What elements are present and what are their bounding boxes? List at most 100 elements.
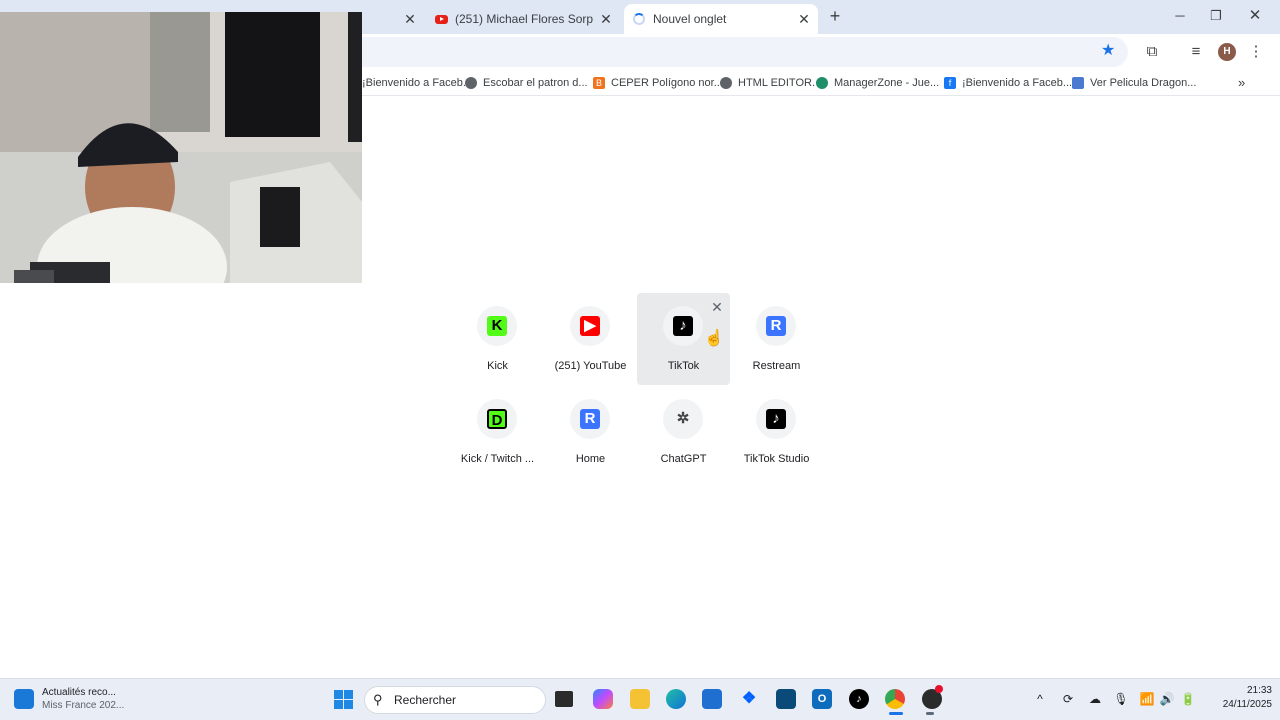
restream-icon: R (766, 316, 786, 336)
bookmark-star-icon[interactable]: ★ (1101, 43, 1117, 59)
shortcut-label: (251) YouTube (554, 360, 627, 372)
microsoft-store-icon[interactable] (702, 689, 722, 709)
search-placeholder: Rechercher (394, 693, 457, 707)
running-indicator (926, 712, 934, 715)
bookmark-label: Escobar el patron d... (483, 77, 588, 89)
chatgpt-icon: ✲ (676, 410, 690, 427)
outlook-icon[interactable]: O (812, 689, 832, 709)
media-controls-icon[interactable]: ≡ (1187, 43, 1205, 61)
address-bar[interactable] (362, 37, 1128, 67)
shortcut-tile-youtube[interactable]: ▶ (251) YouTube (544, 293, 637, 385)
task-view-icon[interactable] (555, 691, 573, 707)
copilot-icon[interactable] (593, 689, 613, 709)
shortcut-icon-circle: D (477, 399, 517, 439)
shortcut-label: Home (575, 453, 606, 465)
start-button[interactable] (334, 690, 353, 709)
shortcut-label: Kick / Twitch ... (460, 453, 535, 465)
shortcut-tile-home[interactable]: R Home (544, 386, 637, 478)
bookmark-item[interactable]: Ver Pelicula Dragon... (1072, 75, 1196, 91)
shortcut-label: Restream (752, 360, 801, 372)
globe-icon (465, 77, 477, 89)
terminal-icon[interactable] (776, 689, 796, 709)
bookmark-item[interactable]: f ¡Bienvenido a Faceb... (944, 75, 1072, 91)
new-tab-button[interactable]: + (826, 7, 844, 26)
tab-title: Nouvel onglet (653, 12, 727, 26)
shortcut-icon-circle: ✲ (663, 399, 703, 439)
loading-spinner-icon (633, 13, 645, 25)
extensions-icon[interactable]: ⧉ (1143, 43, 1161, 61)
running-indicator (889, 712, 903, 715)
bookmark-item[interactable]: HTML EDITOR. (720, 75, 815, 91)
shortcut-label: TikTok Studio (743, 453, 810, 465)
sync-icon[interactable]: ⟳ (1060, 691, 1076, 707)
shortcut-label: TikTok (667, 360, 700, 372)
shortcut-tile-chatgpt[interactable]: ✲ ChatGPT (637, 386, 730, 478)
dropbox-icon[interactable]: ❖ (739, 689, 759, 709)
bookmark-label: ManagerZone - Jue... (834, 77, 940, 89)
hand-cursor-icon: ☝ (704, 330, 724, 347)
tiktok-icon[interactable]: ♪ (849, 689, 869, 709)
file-explorer-icon[interactable] (630, 689, 650, 709)
desktop-screen: ✕ (251) Michael Flores Sorprendi ✕ Nouve… (0, 0, 1280, 720)
windows-taskbar: Actualités reco... Miss France 202... ⚲ … (0, 678, 1280, 720)
bookmark-label: ¡Bienvenido a Faceb... (362, 77, 473, 89)
news-subline: Miss France 202... (42, 700, 125, 711)
chevron-up-icon[interactable]: ^ (1032, 691, 1048, 707)
onedrive-icon[interactable]: ☁ (1087, 691, 1103, 707)
taskbar-search-box[interactable]: ⚲ Rechercher (364, 686, 546, 714)
news-headline: Actualités reco... (42, 687, 116, 698)
kick-twitch-icon: D (487, 409, 507, 429)
battery-icon[interactable]: 🔋 (1180, 691, 1196, 707)
chrome-icon[interactable] (885, 689, 905, 709)
browser-tab-active[interactable]: Nouvel onglet ✕ (624, 4, 818, 34)
tiktok-icon: ♪ (766, 409, 786, 429)
youtube-icon (435, 14, 448, 24)
browser-tab[interactable]: ✕ (362, 4, 422, 34)
clock-date[interactable]: 24/11/2025 (1200, 699, 1272, 710)
restream-icon: R (580, 409, 600, 429)
minimize-button[interactable]: ─ (1168, 6, 1192, 26)
profile-avatar[interactable]: H (1218, 43, 1236, 61)
youtube-icon: ▶ (580, 316, 600, 336)
bookmark-item[interactable]: Escobar el patron d... (465, 75, 588, 91)
webcam-image (0, 12, 362, 283)
shortcut-icon-circle: R (570, 399, 610, 439)
shortcut-tile-restream[interactable]: R Restream (730, 293, 823, 385)
shortcut-label: ChatGPT (660, 453, 707, 465)
tiktok-icon: ♪ (673, 316, 693, 336)
windows-logo-icon (334, 690, 343, 699)
blogger-icon: B (593, 77, 605, 89)
news-widget[interactable]: Actualités reco... Miss France 202... (14, 686, 154, 714)
tab-close-icon[interactable]: ✕ (598, 11, 614, 27)
notification-badge (935, 685, 943, 693)
microphone-icon[interactable]: 🎙 (1113, 691, 1129, 707)
kick-icon: K (487, 316, 507, 336)
tab-title: (251) Michael Flores Sorprendi (455, 12, 593, 26)
shortcut-tile-tiktok-studio[interactable]: ♪ TikTok Studio (730, 386, 823, 478)
more-menu-icon[interactable]: ⋮ (1247, 43, 1265, 61)
webcam-overlay (0, 12, 362, 283)
close-window-button[interactable]: ✕ (1243, 6, 1267, 26)
volume-icon[interactable]: 🔊 (1159, 691, 1175, 707)
browser-tab-youtube[interactable]: (251) Michael Flores Sorprendi ✕ (428, 4, 620, 34)
globe-icon (720, 77, 732, 89)
shortcut-icon-circle: R (756, 306, 796, 346)
shortcut-tile-kick[interactable]: K Kick (451, 293, 544, 385)
bookmark-item[interactable]: ManagerZone - Jue... (816, 75, 939, 91)
edge-icon[interactable] (666, 689, 686, 709)
tab-close-icon[interactable]: ✕ (402, 11, 418, 27)
wifi-icon[interactable]: 📶 (1139, 691, 1155, 707)
shortcut-tile-kick-twitch[interactable]: D Kick / Twitch ... (451, 386, 544, 478)
bookmark-item[interactable]: ¡Bienvenido a Faceb... (362, 75, 472, 91)
managerzone-icon (816, 77, 828, 89)
remove-shortcut-icon[interactable]: ✕ (710, 300, 724, 314)
bookmarks-more-icon[interactable]: » (1238, 75, 1245, 90)
website-icon (1072, 77, 1084, 89)
tab-close-icon[interactable]: ✕ (796, 11, 812, 27)
restore-button[interactable]: ❐ (1204, 6, 1228, 26)
shortcut-icon-circle: K (477, 306, 517, 346)
bookmark-label: ¡Bienvenido a Faceb... (962, 77, 1073, 89)
clock-time[interactable]: 21:33 (1222, 685, 1272, 696)
shortcut-icon-circle: ♪ (663, 306, 703, 346)
bookmark-item[interactable]: B CEPER Polígono nor... (593, 75, 723, 91)
